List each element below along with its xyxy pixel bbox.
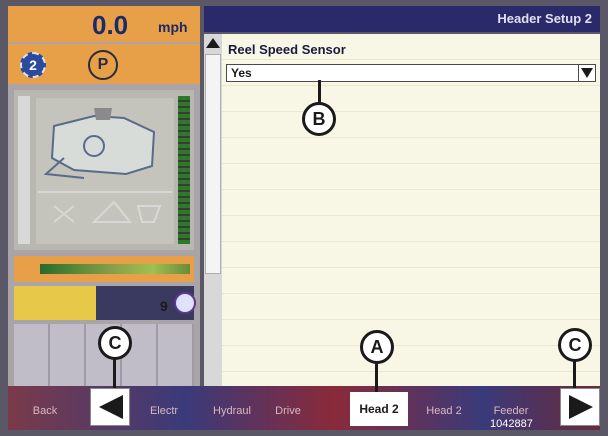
callout-c-right-leader xyxy=(573,360,576,388)
tab-drive[interactable]: Drive xyxy=(268,398,308,424)
callout-a-leader xyxy=(375,362,378,392)
title-bar: Header Setup 2 xyxy=(204,6,600,32)
arrow-right-icon xyxy=(569,395,593,419)
callout-c-left-leader xyxy=(113,358,116,388)
gear-icon: 2 xyxy=(20,52,46,78)
scrollbar[interactable] xyxy=(204,34,222,386)
combine-diagram xyxy=(14,90,194,250)
figure-id: 1042887 xyxy=(490,418,533,430)
tab-back[interactable]: Back xyxy=(22,398,68,424)
yield-gauge xyxy=(40,264,190,274)
speed-unit: mph xyxy=(158,19,188,35)
callout-c-right: C xyxy=(558,328,592,362)
combine-icon xyxy=(36,98,174,244)
callout-b-leader xyxy=(318,80,321,104)
control-row: 9 xyxy=(14,286,196,320)
previous-tab-button[interactable] xyxy=(90,388,130,426)
page-title: Header Setup 2 xyxy=(497,11,592,26)
control-badge: 9 xyxy=(160,298,168,314)
scroll-thumb[interactable] xyxy=(205,54,221,274)
speed-value: 0.0 xyxy=(92,10,129,40)
park-brake-icon: P xyxy=(88,50,118,80)
dropdown-button[interactable] xyxy=(578,65,595,81)
yield-gauge-row xyxy=(14,256,194,282)
dropdown-value: Yes xyxy=(231,66,252,80)
reel-speed-sensor-label: Reel Speed Sensor xyxy=(228,42,346,57)
callout-c-left: C xyxy=(98,326,132,360)
tab-head-2-active[interactable]: Head 2 xyxy=(350,392,408,426)
callout-b: B xyxy=(302,102,336,136)
tab-hydraulic[interactable]: Hydraul xyxy=(204,398,260,424)
next-tab-button[interactable] xyxy=(560,388,600,426)
status-circle-icon xyxy=(174,292,196,314)
arrow-left-icon xyxy=(99,395,123,419)
scroll-up-icon[interactable] xyxy=(206,38,220,48)
right-level-bar xyxy=(178,96,190,244)
speed-readout: 0.0 mph xyxy=(8,6,200,42)
left-level-bar xyxy=(18,96,30,244)
tab-head-2[interactable]: Head 2 xyxy=(418,398,470,424)
reel-speed-sensor-dropdown[interactable]: Yes xyxy=(226,64,596,82)
callout-a: A xyxy=(360,330,394,364)
tab-electrical[interactable]: Electr xyxy=(140,398,188,424)
gear-status-row: 2 P xyxy=(8,44,200,84)
chevron-down-icon xyxy=(581,68,593,78)
settings-list: Reel Speed Sensor Yes xyxy=(222,34,600,386)
terminal-screen: 0.0 mph 2 P 9 Header Setup 2 Reel Speed … xyxy=(0,0,608,436)
